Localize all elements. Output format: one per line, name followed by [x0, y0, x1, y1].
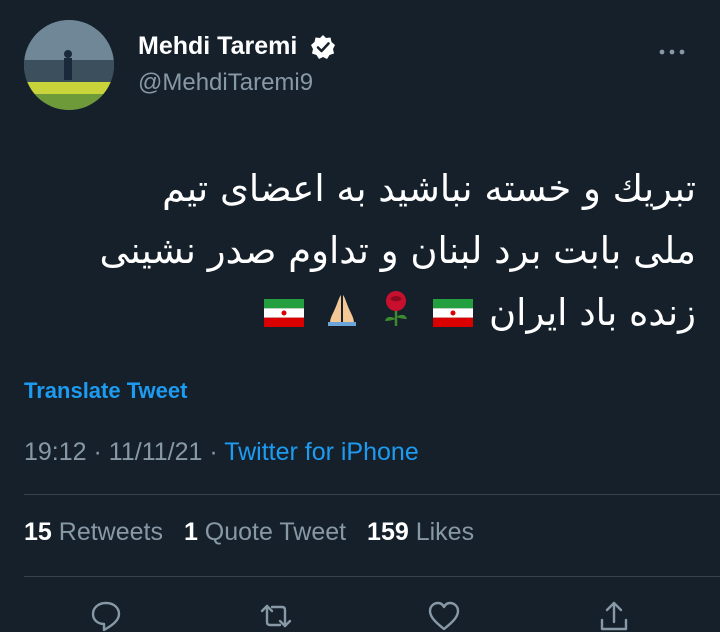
- meta-separator: ·: [93, 438, 102, 466]
- meta-separator: ·: [209, 438, 218, 466]
- retweets-stat[interactable]: 15 Retweets: [24, 518, 170, 546]
- quotes-label: Quote Tweet: [204, 518, 347, 546]
- likes-label: Likes: [415, 518, 475, 546]
- tweet-text-line: تبریك و خسته نباشید به اعضای تیم: [162, 167, 696, 210]
- tweet-text-line: ملی بابت برد لبنان و تداوم صدر نشینی: [99, 229, 697, 272]
- tweet-source-link[interactable]: Twitter for iPhone: [224, 438, 419, 466]
- avatar[interactable]: [24, 20, 114, 110]
- tweet-date: 11/11/21: [108, 438, 203, 466]
- author-names: Mehdi Taremi @MehdiTaremi9: [138, 32, 336, 97]
- tweet-stats: 15 Retweets 1 Quote Tweet 159 Likes: [24, 518, 488, 547]
- display-name[interactable]: Mehdi Taremi: [138, 32, 297, 61]
- tweet-text-line: زنده باد ایران: [489, 291, 696, 334]
- tweet-text-line-last: زنده باد ایران: [36, 282, 696, 346]
- retweets-label: Retweets: [58, 518, 163, 546]
- divider: [24, 494, 720, 495]
- tweet-text: تبریك و خسته نباشید به اعضای تیم ملی باب…: [36, 158, 697, 346]
- retweets-count: 15: [24, 518, 52, 546]
- tweet-time: 19:12: [24, 438, 87, 466]
- likes-stat[interactable]: 159 Likes: [367, 518, 474, 546]
- retweet-icon[interactable]: [258, 598, 294, 632]
- iran-flag-emoji: [433, 284, 474, 346]
- folded-hands-emoji: [324, 284, 360, 346]
- like-icon[interactable]: [426, 598, 462, 632]
- likes-count: 159: [367, 518, 409, 546]
- share-icon[interactable]: [596, 598, 632, 632]
- tweet-card: Mehdi Taremi @MehdiTaremi9 تبریك و خسته …: [0, 0, 720, 632]
- reply-icon[interactable]: [88, 598, 124, 632]
- tweet-meta: 19:12 · 11/11/21 · Twitter for iPhone: [24, 438, 419, 467]
- handle[interactable]: @MehdiTaremi9: [138, 69, 336, 97]
- rose-emoji: [379, 284, 413, 346]
- tweet-actions: [0, 594, 720, 632]
- more-options-icon[interactable]: [652, 42, 692, 62]
- quotes-count: 1: [183, 518, 198, 546]
- quotes-stat[interactable]: 1 Quote Tweet: [184, 518, 353, 546]
- verified-badge-icon: [310, 34, 336, 60]
- tweet-header: Mehdi Taremi @MehdiTaremi9: [24, 20, 696, 110]
- translate-tweet-link[interactable]: Translate Tweet: [24, 378, 187, 404]
- iran-flag-emoji: [263, 284, 304, 346]
- emoji-row: [260, 283, 477, 347]
- divider: [24, 576, 720, 577]
